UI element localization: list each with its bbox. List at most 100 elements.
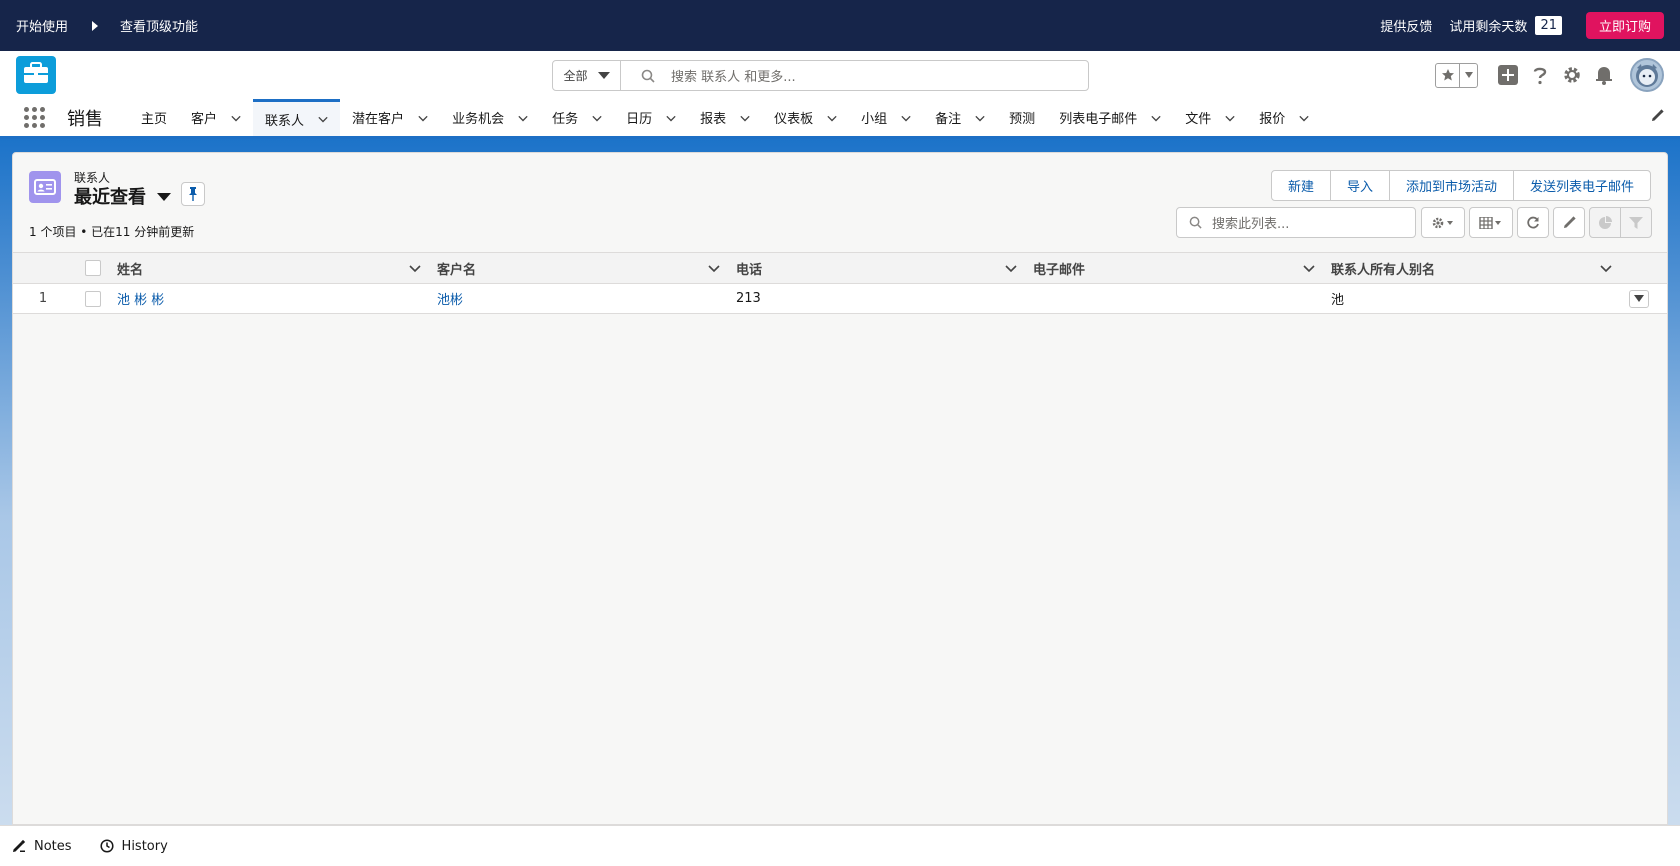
utility-history-label: History <box>121 838 168 854</box>
column-header-phone[interactable]: 电话 <box>732 259 1029 278</box>
chevron-down-icon[interactable] <box>1005 262 1017 274</box>
column-label: 联系人所有人别名 <box>1331 262 1436 278</box>
global-add-icon[interactable] <box>1492 65 1524 85</box>
list-view-header: 联系人 最近查看 1 个项目 • 已在11 分钟前更新 新建 导入 添加到市场活… <box>13 153 1667 252</box>
chevron-down-icon[interactable] <box>708 262 720 274</box>
contact-object-icon <box>29 171 61 203</box>
filter-button[interactable] <box>1620 207 1652 238</box>
global-header: 全部 搜索 联系人 和更多... <box>0 51 1680 99</box>
app-launcher-icon[interactable] <box>24 106 46 129</box>
trial-days-label: 试用剩余天数 <box>1449 20 1528 35</box>
nav-tab[interactable]: 备注 <box>923 99 997 136</box>
column-header-email[interactable]: 电子邮件 <box>1029 259 1327 278</box>
search-input[interactable]: 搜索 联系人 和更多... <box>621 66 796 85</box>
nav-tab[interactable]: 仪表板 <box>762 99 849 136</box>
notifications-bell-icon[interactable] <box>1588 65 1620 85</box>
nav-tab-label: 小组 <box>861 112 888 127</box>
pin-list-button[interactable] <box>181 182 205 206</box>
chevron-down-icon[interactable] <box>518 113 528 123</box>
list-view-selector[interactable]: 最近查看 <box>74 183 171 209</box>
import-button[interactable]: 导入 <box>1331 171 1390 200</box>
star-icon[interactable] <box>1436 63 1460 87</box>
display-as-table-button[interactable] <box>1469 207 1513 238</box>
feedback-link[interactable]: 提供反馈 <box>1380 16 1432 35</box>
app-logo[interactable] <box>16 56 56 94</box>
search-scope-label: 全部 <box>563 69 588 83</box>
nav-tab[interactable]: 客户 <box>179 99 253 136</box>
nav-tab[interactable]: 潜在客户 <box>340 99 440 136</box>
utility-notes[interactable]: Notes <box>12 839 72 854</box>
nav-tab[interactable]: 联系人 <box>253 99 341 136</box>
column-header-name[interactable]: 姓名 <box>113 259 433 278</box>
chevron-down-icon[interactable] <box>1299 113 1309 123</box>
select-all-checkbox[interactable] <box>85 260 101 276</box>
contact-name-link[interactable]: 池 彬 彬 <box>117 289 164 308</box>
nav-tab-label: 列表电子邮件 <box>1059 112 1138 127</box>
column-label: 电子邮件 <box>1033 262 1086 278</box>
add-to-campaign-button[interactable]: 添加到市场活动 <box>1390 171 1514 200</box>
chevron-down-icon[interactable] <box>418 113 428 123</box>
nav-tabs: 主页 客户 联系人 潜在客户 业务机会 任务 日历 报表 仪表板 小组 备注 预测 列表电子邮件 文件 报价 <box>129 99 1321 136</box>
nav-tab[interactable]: 日历 <box>614 99 688 136</box>
global-search[interactable]: 全部 搜索 联系人 和更多... <box>552 60 1089 91</box>
chevron-down-icon[interactable] <box>409 262 421 274</box>
nav-tab[interactable]: 列表电子邮件 <box>1047 99 1173 136</box>
inline-edit-button[interactable] <box>1553 207 1585 238</box>
cell-name: 池 彬 彬 <box>113 289 433 308</box>
column-header-account[interactable]: 客户名 <box>433 259 732 278</box>
row-actions-button[interactable] <box>1629 289 1649 308</box>
chevron-down-icon[interactable] <box>318 114 328 124</box>
nav-tab[interactable]: 业务机会 <box>440 99 540 136</box>
chevron-down-icon[interactable] <box>901 113 911 123</box>
nav-tab-label: 业务机会 <box>452 112 505 127</box>
utility-notes-label: Notes <box>34 838 72 854</box>
search-scope-select[interactable]: 全部 <box>553 61 621 90</box>
chevron-down-icon[interactable] <box>1225 113 1235 123</box>
row-number: 1 <box>38 291 48 306</box>
refresh-button[interactable] <box>1517 207 1549 238</box>
chevron-down-icon[interactable] <box>740 113 750 123</box>
help-icon[interactable] <box>1524 65 1556 85</box>
nav-tab[interactable]: 主页 <box>129 99 179 136</box>
chevron-down-icon[interactable] <box>666 113 676 123</box>
notes-icon <box>13 839 26 852</box>
list-settings-button[interactable] <box>1421 207 1465 238</box>
send-list-email-button[interactable]: 发送列表电子邮件 <box>1514 171 1650 200</box>
utility-history[interactable]: History <box>99 838 168 854</box>
nav-tab[interactable]: 任务 <box>540 99 614 136</box>
favorites-dropdown-icon[interactable] <box>1460 64 1477 87</box>
get-started-link[interactable]: 开始使用 <box>16 16 68 35</box>
subscribe-button[interactable]: 立即订购 <box>1585 12 1664 39</box>
table-header-row: 姓名 客户名 电话 电子邮件 联系人所有人别名 <box>13 252 1667 284</box>
nav-tab[interactable]: 预测 <box>997 99 1047 136</box>
nav-tab-label: 预测 <box>1009 112 1036 127</box>
nav-tab[interactable]: 文件 <box>1173 99 1247 136</box>
caret-right-icon <box>92 20 99 31</box>
column-header-owner-alias[interactable]: 联系人所有人别名 <box>1327 259 1624 278</box>
new-button[interactable]: 新建 <box>1272 171 1331 200</box>
chevron-down-icon[interactable] <box>1303 262 1315 274</box>
chevron-down-icon[interactable] <box>592 113 602 123</box>
edit-nav-pencil-icon[interactable] <box>1650 108 1664 127</box>
nav-tab-label: 文件 <box>1185 112 1212 127</box>
column-label: 客户名 <box>437 262 477 278</box>
column-label: 电话 <box>736 262 763 278</box>
user-avatar[interactable] <box>1630 58 1664 92</box>
chevron-down-icon[interactable] <box>1600 262 1612 274</box>
chevron-down-icon[interactable] <box>1151 113 1161 123</box>
chevron-down-icon[interactable] <box>827 113 837 123</box>
chevron-down-icon[interactable] <box>231 113 241 123</box>
cell-account: 池彬 <box>433 289 732 308</box>
favorites-group[interactable] <box>1435 62 1478 88</box>
nav-tab[interactable]: 报价 <box>1247 99 1321 136</box>
chevron-down-icon[interactable] <box>975 113 985 123</box>
nav-tab-label: 报表 <box>700 112 727 127</box>
row-checkbox[interactable] <box>85 290 101 307</box>
setup-gear-icon[interactable] <box>1556 65 1588 85</box>
charts-button[interactable] <box>1589 207 1621 238</box>
list-search-input[interactable]: 搜索此列表... <box>1176 207 1416 238</box>
nav-tab[interactable]: 报表 <box>688 99 762 136</box>
top-features-link[interactable]: 查看顶级功能 <box>120 16 198 35</box>
nav-tab[interactable]: 小组 <box>849 99 923 136</box>
account-name-link[interactable]: 池彬 <box>437 289 463 308</box>
